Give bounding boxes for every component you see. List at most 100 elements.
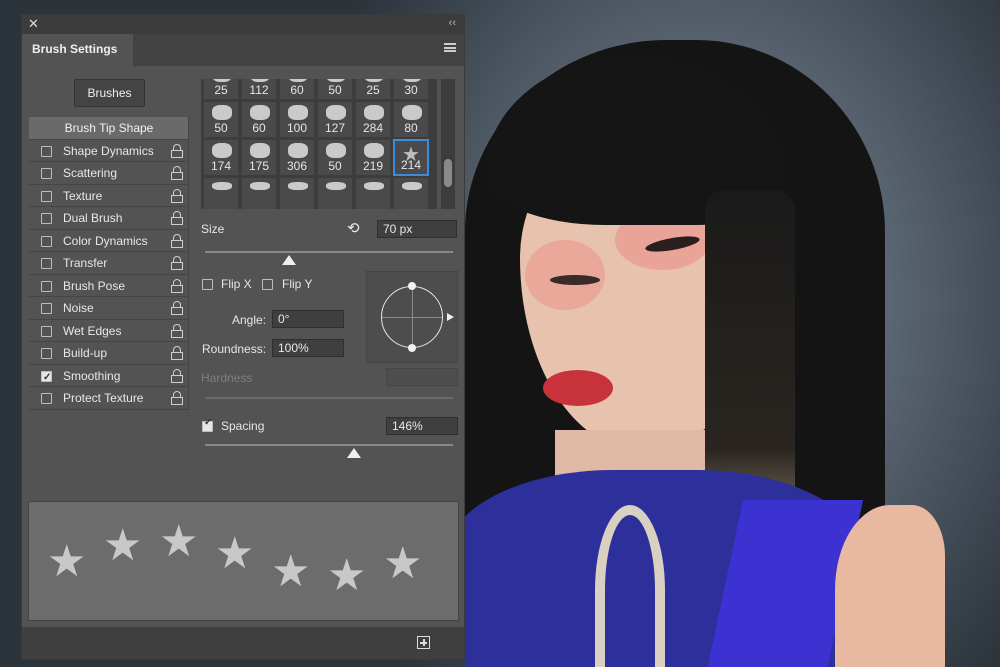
- option-checkbox[interactable]: [41, 280, 52, 292]
- roundness-handle-top[interactable]: [408, 282, 416, 290]
- brush-tip-cell[interactable]: 25: [203, 79, 239, 100]
- option-checkbox[interactable]: [41, 303, 52, 314]
- brush-tip-scrollbar[interactable]: [441, 79, 455, 209]
- brush-tip-cell[interactable]: 100: [279, 101, 315, 138]
- panel-footer: [22, 627, 464, 659]
- lock-icon[interactable]: [171, 166, 183, 180]
- lock-icon[interactable]: [171, 368, 183, 383]
- option-checkbox[interactable]: [41, 325, 52, 337]
- brush-tip-size: 60: [252, 121, 266, 135]
- brush-tip-cell[interactable]: 175: [241, 139, 277, 176]
- lock-icon[interactable]: [171, 211, 183, 225]
- size-slider-track[interactable]: [205, 251, 453, 253]
- lock-icon[interactable]: [171, 143, 183, 158]
- brush-tip-size: 174: [210, 159, 232, 173]
- flip-x-checkbox[interactable]: [202, 279, 213, 290]
- option-checkbox[interactable]: [41, 235, 52, 247]
- brush-tip-cell[interactable]: 219: [355, 139, 391, 176]
- option-checkbox[interactable]: [41, 190, 52, 202]
- brush-tip-cell[interactable]: 25: [355, 79, 391, 100]
- brush-tip-cell[interactable]: [241, 177, 277, 209]
- brush-tip-cell[interactable]: 50: [317, 139, 353, 176]
- size-slider-handle[interactable]: [282, 255, 297, 265]
- lock-icon[interactable]: [171, 301, 183, 315]
- option-checkbox[interactable]: [41, 145, 52, 157]
- brush-tip-cell[interactable]: 112: [241, 79, 277, 100]
- collapse-icon[interactable]: ‹‹: [449, 17, 456, 29]
- panel-menu-icon[interactable]: [444, 43, 456, 52]
- panel-titlebar[interactable]: ✕ ‹‹: [22, 15, 464, 34]
- preview-star-icon: ★: [47, 537, 87, 586]
- scrollbar-thumb[interactable]: [444, 159, 452, 187]
- brush-tip-cell[interactable]: 60: [241, 101, 277, 138]
- brush-tip-cell[interactable]: [203, 177, 239, 209]
- flip-y-checkbox[interactable]: [262, 279, 273, 290]
- brushes-button[interactable]: Brushes: [74, 79, 145, 107]
- brush-tip-thumbnail: [402, 79, 422, 82]
- brush-option-item[interactable]: Protect Texture: [29, 387, 189, 410]
- roundness-field[interactable]: 100%: [272, 339, 344, 357]
- spacing-slider-track[interactable]: [205, 444, 453, 446]
- brush-tip-size: 30: [404, 83, 418, 97]
- option-checkbox[interactable]: [41, 168, 52, 179]
- option-checkbox[interactable]: [41, 348, 52, 359]
- brush-option-item[interactable]: Transfer: [29, 252, 189, 275]
- brush-tip-thumbnail: [402, 182, 422, 190]
- lock-icon[interactable]: [171, 391, 183, 405]
- brush-option-item[interactable]: Noise: [29, 297, 189, 320]
- brush-tip-size: 50: [214, 121, 228, 135]
- roundness-handle-bottom[interactable]: [408, 344, 416, 352]
- lock-icon[interactable]: [171, 323, 183, 338]
- option-checkbox[interactable]: [41, 367, 52, 389]
- brush-tip-cell[interactable]: [393, 177, 429, 209]
- spacing-field[interactable]: 146%: [386, 417, 458, 435]
- brush-option-item[interactable]: Dual Brush: [29, 207, 189, 230]
- brush-option-item[interactable]: Scattering: [29, 162, 189, 185]
- brush-tip-cell[interactable]: 284: [355, 101, 391, 138]
- brush-option-item[interactable]: Build-up: [29, 342, 189, 365]
- brush-tip-shape-item[interactable]: Brush Tip Shape: [29, 117, 189, 140]
- preview-star-icon: ★: [327, 551, 367, 600]
- option-checkbox[interactable]: [41, 258, 52, 269]
- brush-option-item[interactable]: Shape Dynamics: [29, 140, 189, 162]
- option-checkbox[interactable]: [41, 393, 52, 404]
- brush-tip-cell[interactable]: ★ 214: [393, 139, 429, 176]
- brush-tip-cell[interactable]: 306: [279, 139, 315, 176]
- brush-option-item[interactable]: Brush Pose: [29, 275, 189, 297]
- brush-option-item[interactable]: Wet Edges: [29, 320, 189, 342]
- option-label: Protect Texture: [63, 391, 144, 405]
- brush-tip-cell[interactable]: 50: [203, 101, 239, 138]
- lock-icon[interactable]: [171, 188, 183, 203]
- lock-icon[interactable]: [171, 233, 183, 248]
- angle-field[interactable]: 0°: [272, 310, 344, 328]
- brush-settings-panel: ✕ ‹‹ Brush Settings Brushes Brush Tip Sh…: [21, 14, 465, 660]
- reset-size-icon[interactable]: ⟲: [347, 219, 360, 237]
- lock-icon[interactable]: [171, 256, 183, 270]
- lock-icon[interactable]: [171, 278, 183, 293]
- brush-option-item[interactable]: Color Dynamics: [29, 230, 189, 252]
- brush-tip-cell[interactable]: [279, 177, 315, 209]
- option-checkbox[interactable]: [41, 213, 52, 224]
- spacing-checkbox[interactable]: [202, 417, 213, 432]
- brush-tip-cell[interactable]: 50: [317, 79, 353, 100]
- angle-arrow-icon[interactable]: [447, 313, 454, 321]
- brush-tip-cell[interactable]: 60: [279, 79, 315, 100]
- brush-tip-cell[interactable]: 30: [393, 79, 429, 100]
- brush-tip-size: 127: [324, 121, 346, 135]
- angle-roundness-widget[interactable]: [366, 271, 458, 363]
- brush-tip-thumbnail: [250, 143, 270, 158]
- brush-option-item[interactable]: Texture: [29, 185, 189, 207]
- brush-tip-cell[interactable]: [355, 177, 391, 209]
- brush-tip-cell[interactable]: 127: [317, 101, 353, 138]
- photo-canvas[interactable]: [465, 0, 1000, 667]
- size-field[interactable]: 70 px: [377, 220, 457, 238]
- close-icon[interactable]: ✕: [28, 16, 39, 32]
- spacing-slider-handle[interactable]: [346, 448, 361, 458]
- lock-icon[interactable]: [171, 346, 183, 360]
- tab-brush-settings[interactable]: Brush Settings: [22, 34, 133, 66]
- brush-tip-cell[interactable]: 80: [393, 101, 429, 138]
- brush-tip-cell[interactable]: [317, 177, 353, 209]
- create-new-brush-icon[interactable]: [417, 636, 430, 649]
- brush-option-item[interactable]: Smoothing: [29, 365, 189, 389]
- brush-tip-cell[interactable]: 174: [203, 139, 239, 176]
